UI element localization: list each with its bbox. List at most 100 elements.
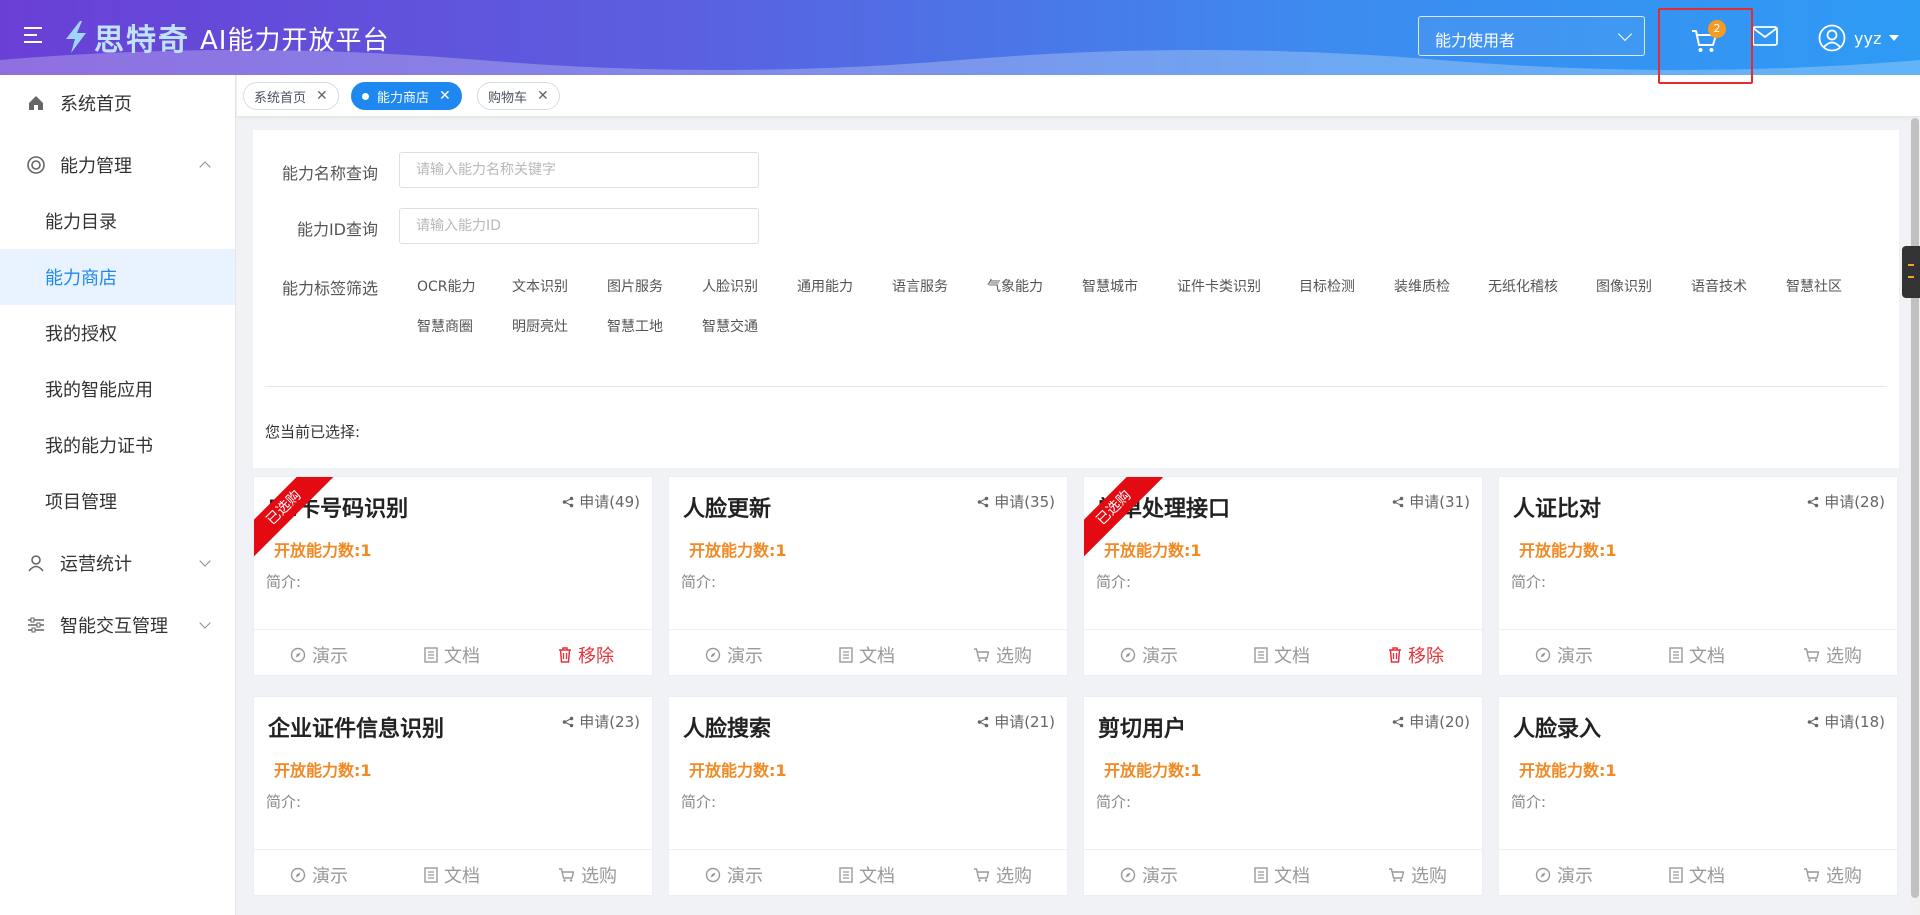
action-label: 文档 — [1689, 646, 1725, 667]
ability-card[interactable]: 人脸更新 申请(35) 开放能力数:1 简介: 演示 文档 选购 — [668, 476, 1068, 676]
user-menu[interactable]: yyz — [1818, 24, 1900, 52]
mail-icon[interactable] — [1752, 26, 1778, 46]
tag-item[interactable]: 目标检测 — [1299, 276, 1355, 296]
share-icon — [977, 496, 989, 507]
ability-card[interactable]: IM卡号码识别 申请(49) 开放能力数:1 简介: 演示 文档 移除 已选购 — [253, 476, 653, 676]
docs-button[interactable]: 文档 — [424, 862, 480, 888]
demo-button[interactable]: 演示 — [1535, 642, 1593, 668]
docs-button[interactable]: 文档 — [839, 642, 895, 668]
demo-button[interactable]: 演示 — [1120, 862, 1178, 888]
cart-icon — [1804, 868, 1820, 882]
ability-card[interactable]: 人脸搜索 申请(21) 开放能力数:1 简介: 演示 文档 选购 — [668, 696, 1068, 896]
sidebar-subitem-project-mgmt[interactable]: 项目管理 — [0, 473, 235, 529]
ability-name-input[interactable] — [399, 152, 759, 188]
sidebar-subitem-ability-store[interactable]: 能力商店 — [0, 249, 235, 305]
close-icon[interactable]: ✕ — [316, 88, 328, 104]
apply-count-link[interactable]: 申请(20) — [1392, 711, 1470, 732]
docs-button[interactable]: 文档 — [1254, 642, 1310, 668]
sidebar-item-home[interactable]: 系统首页 — [0, 75, 235, 131]
sidebar-subitem-my-authorization[interactable]: 我的授权 — [0, 305, 235, 361]
ability-card[interactable]: 企业证件信息识别 申请(23) 开放能力数:1 简介: 演示 文档 选购 — [253, 696, 653, 896]
demo-button[interactable]: 演示 — [1120, 642, 1178, 668]
demo-button[interactable]: 演示 — [705, 862, 763, 888]
docs-button[interactable]: 文档 — [1254, 862, 1310, 888]
tag-item[interactable]: 智慧城市 — [1082, 276, 1138, 296]
vertical-scrollbar[interactable] — [1910, 118, 1920, 915]
demo-button[interactable]: 演示 — [290, 862, 348, 888]
tag-item[interactable]: 无纸化稽核 — [1488, 276, 1558, 296]
tag-item[interactable]: 智慧工地 — [607, 316, 663, 336]
tag-item[interactable]: 气象能力 — [987, 276, 1043, 296]
demo-button[interactable]: 演示 — [290, 642, 348, 668]
card-intro: 简介: — [266, 573, 302, 591]
document-icon — [424, 867, 438, 883]
ability-card[interactable]: 人脸录入 申请(18) 开放能力数:1 简介: 演示 文档 选购 — [1498, 696, 1898, 896]
docs-button[interactable]: 文档 — [1669, 862, 1725, 888]
demo-button[interactable]: 演示 — [705, 642, 763, 668]
apply-count-link[interactable]: 申请(21) — [977, 711, 1055, 732]
tag-item[interactable]: 文本识别 — [512, 276, 568, 296]
remove-button[interactable]: 移除 — [558, 642, 614, 668]
sidebar-subitem-my-smart-apps[interactable]: 我的智能应用 — [0, 361, 235, 417]
tag-item[interactable]: 装维质检 — [1394, 276, 1450, 296]
sidebar-item-ops-stats[interactable]: 运营统计 — [0, 535, 235, 591]
card-footer: 演示 文档 选购 — [669, 629, 1067, 675]
buy-button[interactable]: 选购 — [973, 642, 1032, 668]
demo-button[interactable]: 演示 — [1535, 862, 1593, 888]
tab-home[interactable]: 系统首页 ✕ — [243, 82, 339, 110]
tag-item[interactable]: 智慧交通 — [702, 316, 758, 336]
close-icon[interactable]: ✕ — [537, 88, 549, 104]
tab-cart[interactable]: 购物车 ✕ — [477, 82, 560, 110]
scrollbar-thumb[interactable] — [1911, 118, 1919, 898]
tag-item[interactable]: 语言服务 — [892, 276, 948, 296]
logo-text: 思特奇 — [94, 23, 190, 58]
apply-count-link[interactable]: 申请(31) — [1392, 491, 1470, 512]
tab-ability-store[interactable]: 能力商店 ✕ — [351, 82, 462, 110]
apply-count-link[interactable]: 申请(18) — [1807, 711, 1885, 732]
sidebar-subitem-my-certificates[interactable]: 我的能力证书 — [0, 417, 235, 473]
tag-item[interactable]: 通用能力 — [797, 276, 853, 296]
menu-toggle-icon[interactable] — [24, 27, 48, 47]
ability-card[interactable]: 剪切用户 申请(20) 开放能力数:1 简介: 演示 文档 选购 — [1083, 696, 1483, 896]
tag-item[interactable]: 语音技术 — [1691, 276, 1747, 296]
ability-icon — [26, 155, 46, 175]
apply-count-link[interactable]: 申请(28) — [1807, 491, 1885, 512]
tag-item[interactable]: 人脸识别 — [702, 276, 758, 296]
buy-button[interactable]: 选购 — [1803, 642, 1862, 668]
ability-card[interactable]: 常单处理接口 申请(31) 开放能力数:1 简介: 演示 文档 移除 已选购 — [1083, 476, 1483, 676]
lightning-logo-icon — [66, 21, 86, 53]
tag-item[interactable]: OCR能力 — [417, 276, 476, 296]
buy-button[interactable]: 选购 — [1388, 862, 1447, 888]
buy-button[interactable]: 选购 — [558, 862, 617, 888]
demo-compass-icon — [705, 867, 721, 883]
docs-button[interactable]: 文档 — [839, 862, 895, 888]
buy-button[interactable]: 选购 — [1803, 862, 1862, 888]
action-label: 文档 — [1274, 646, 1310, 667]
tag-item[interactable]: 明厨亮灶 — [512, 316, 568, 336]
tag-item[interactable]: 智慧社区 — [1786, 276, 1842, 296]
apply-count-link[interactable]: 申请(35) — [977, 491, 1055, 512]
ability-id-input[interactable] — [399, 208, 759, 244]
sidebar-item-ability-mgmt[interactable]: 能力管理 — [0, 137, 235, 193]
ability-card[interactable]: 人证比对 申请(28) 开放能力数:1 简介: 演示 文档 选购 — [1498, 476, 1898, 676]
tag-item[interactable]: 智慧商圈 — [417, 316, 473, 336]
docs-button[interactable]: 文档 — [424, 642, 480, 668]
close-icon[interactable]: ✕ — [439, 88, 451, 104]
tag-item[interactable]: 图像识别 — [1596, 276, 1652, 296]
apply-count-label: 申请(28) — [1824, 493, 1885, 511]
remove-button[interactable]: 移除 — [1388, 642, 1444, 668]
cart-button[interactable]: 2 — [1658, 8, 1753, 84]
open-ability-count: 开放能力数:1 — [1519, 541, 1617, 560]
sidebar-item-interaction-mgmt[interactable]: 智能交互管理 — [0, 597, 235, 653]
tag-item[interactable]: 证件卡类识别 — [1177, 276, 1261, 296]
tag-item[interactable]: 图片服务 — [607, 276, 663, 296]
buy-button[interactable]: 选购 — [973, 862, 1032, 888]
side-floating-widget[interactable] — [1902, 246, 1920, 298]
apply-count-link[interactable]: 申请(23) — [562, 711, 640, 732]
share-icon — [1392, 496, 1404, 507]
docs-button[interactable]: 文档 — [1669, 642, 1725, 668]
apply-count-link[interactable]: 申请(49) — [562, 491, 640, 512]
role-select[interactable]: 能力使用者 — [1418, 16, 1645, 56]
card-title: 企业证件信息识别 — [268, 717, 445, 742]
sidebar-subitem-ability-catalog[interactable]: 能力目录 — [0, 193, 235, 249]
